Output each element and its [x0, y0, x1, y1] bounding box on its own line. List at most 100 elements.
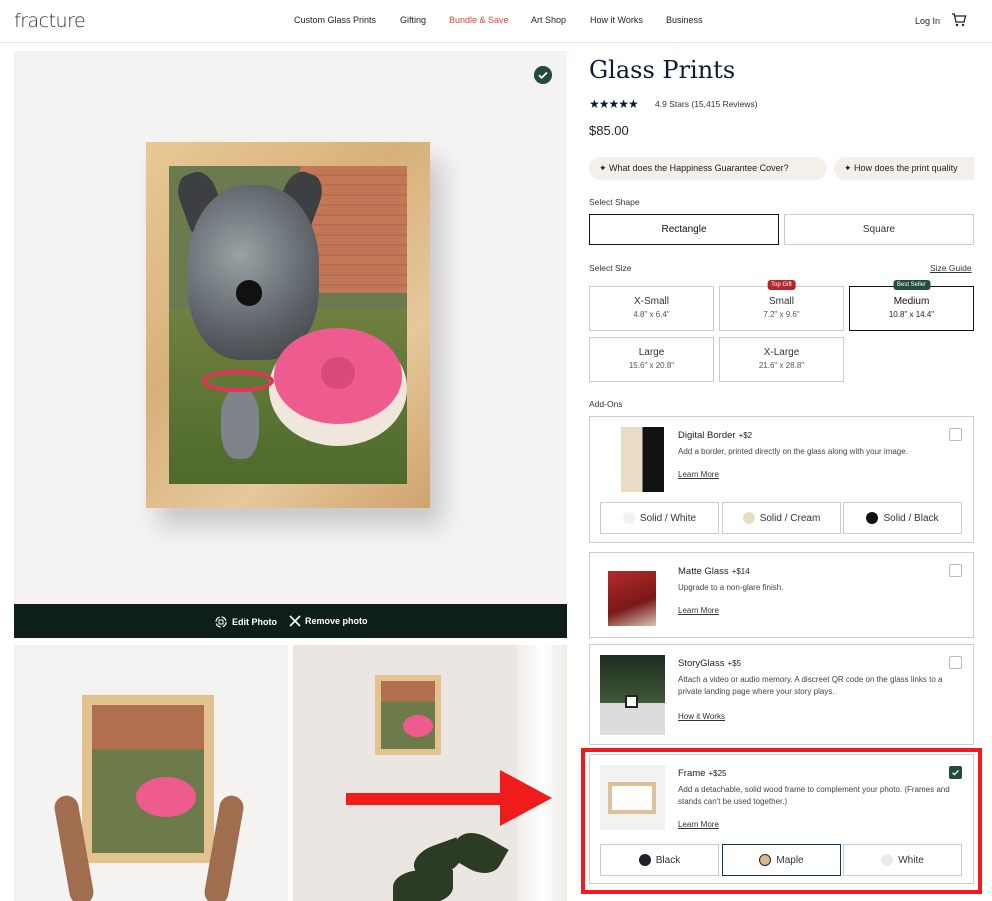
qr-code-icon [625, 695, 638, 708]
addon-description: Add a detachable, solid wood frame to co… [678, 785, 950, 806]
faq-label: What does the Happiness Guarantee Cover? [609, 163, 789, 173]
shape-square-button[interactable]: Square [784, 214, 974, 245]
option-label: Black [655, 854, 681, 866]
color-swatch [866, 512, 879, 524]
addon-name: Digital Border [678, 430, 736, 441]
select-shape-label: Select Shape [589, 197, 640, 207]
product-title: Glass Prints [589, 56, 736, 84]
addon-price: +$25 [708, 769, 727, 778]
faq-happiness-guarantee[interactable]: ✦ What does the Happiness Guarantee Cove… [589, 157, 827, 180]
color-swatch [881, 854, 894, 866]
shape-rectangle-button[interactable]: Rectangle [589, 214, 779, 245]
nav-art-shop[interactable]: Art Shop [531, 15, 566, 25]
storyglass-checkbox[interactable] [949, 656, 962, 669]
size-large-button[interactable]: Large 15.6" x 20.8" [589, 337, 714, 382]
frame-option-black[interactable]: Black [600, 844, 719, 876]
addon-matte-glass: Matte Glass +$14 Upgrade to a non-glare f… [589, 552, 974, 638]
addon-name: Frame [678, 768, 706, 779]
color-swatch [638, 854, 651, 866]
faq-print-quality[interactable]: ✦ How does the print quality [834, 157, 974, 180]
frame-checkbox[interactable] [949, 766, 962, 779]
faq-label: How does the print quality [854, 163, 958, 173]
dog-photo [169, 166, 407, 484]
addon-storyglass: StoryGlass +$5 Attach a video or audio me… [589, 644, 974, 745]
addon-frame: Frame +$25 Add a detachable, solid wood f… [589, 754, 974, 884]
nav-how-it-works[interactable]: How it Works [590, 15, 643, 25]
addon-title: Matte Glass +$14 [678, 566, 750, 577]
cart-icon[interactable] [951, 12, 967, 28]
addon-price: +$2 [738, 431, 753, 440]
size-name: X-Large [763, 347, 800, 358]
matte-glass-preview [608, 571, 656, 626]
color-swatch [759, 854, 772, 866]
edit-photo-label: Edit Photo [232, 617, 277, 627]
frame-preview [600, 765, 665, 830]
size-medium-button[interactable]: Best Seller Medium 10.8" x 14.4" [849, 280, 974, 331]
selected-check-icon [534, 66, 552, 84]
size-dims: 15.6" x 20.8" [628, 361, 675, 370]
addon-title: Frame +$25 [678, 768, 726, 779]
storyglass-preview [600, 655, 665, 735]
product-price: $85.00 [589, 123, 629, 138]
matte-glass-checkbox[interactable] [949, 564, 962, 577]
size-name: Small [768, 296, 794, 307]
frame-option-white[interactable]: White [843, 844, 962, 876]
site-header: fracture Custom Glass Prints Gifting Bun… [0, 0, 992, 43]
digital-border-preview [621, 427, 664, 492]
top-gift-badge: Top Gift [767, 280, 796, 290]
frame-option-maple[interactable]: Maple [722, 844, 841, 876]
nav-business[interactable]: Business [666, 15, 703, 25]
learn-more-link[interactable]: Learn More [678, 606, 719, 615]
best-seller-badge: Best Seller [892, 280, 931, 290]
color-swatch [622, 512, 635, 524]
size-name: Medium [893, 296, 930, 307]
size-small-button[interactable]: Top Gift Small 7.2" x 9.6" [719, 280, 844, 331]
main-product-image [14, 51, 567, 604]
option-label: Solid / Cream [759, 512, 821, 524]
addon-name: StoryGlass [678, 658, 725, 669]
addon-digital-border: Digital Border +$2 Add a border, printed … [589, 416, 974, 543]
size-dims: 7.2" x 9.6" [763, 310, 800, 319]
learn-more-link[interactable]: Learn More [678, 470, 719, 479]
addon-description: Attach a video or audio memory. A discre… [678, 675, 943, 696]
star-rating-icon: ★★★★★ [589, 97, 639, 111]
size-x-small-button[interactable]: X-Small 4.8" x 6.4" [589, 286, 714, 331]
edit-photo-icon [215, 616, 227, 628]
option-label: White [898, 854, 924, 866]
option-label: Solid / Black [883, 512, 939, 524]
addon-title: Digital Border +$2 [678, 430, 752, 441]
color-swatch [742, 512, 755, 524]
border-option-black[interactable]: Solid / Black [843, 502, 962, 534]
size-x-large-button[interactable]: X-Large 21.6" x 28.8" [719, 337, 844, 382]
size-dims: 21.6" x 28.8" [758, 361, 805, 370]
border-option-cream[interactable]: Solid / Cream [722, 502, 841, 534]
thumbnail-hands[interactable] [14, 645, 288, 901]
rating-text[interactable]: 4.9 Stars (15,415 Reviews) [655, 99, 758, 109]
how-it-works-link[interactable]: How it Works [678, 712, 725, 721]
size-guide-link[interactable]: Size Guide [930, 263, 972, 273]
photo-edit-bar: Edit Photo Remove photo [14, 604, 567, 638]
framed-print [146, 142, 430, 508]
border-option-white[interactable]: Solid / White [600, 502, 719, 534]
nav-custom-glass-prints[interactable]: Custom Glass Prints [294, 15, 376, 25]
nav-bundle-save[interactable]: Bundle & Save [449, 15, 509, 25]
learn-more-link[interactable]: Learn More [678, 820, 719, 829]
remove-photo-label: Remove photo [305, 616, 368, 626]
addon-price: +$14 [731, 567, 750, 576]
size-dims: 10.8" x 14.4" [888, 310, 935, 319]
edit-photo-button[interactable]: Edit Photo [214, 615, 277, 629]
close-icon [289, 615, 301, 627]
addon-price: +$5 [727, 659, 742, 668]
size-name: X-Small [633, 296, 669, 307]
nav-gifting[interactable]: Gifting [400, 15, 426, 25]
option-label: Maple [776, 854, 804, 866]
addon-title: StoryGlass +$5 [678, 658, 741, 669]
login-link[interactable]: Log In [915, 16, 940, 26]
logo[interactable]: fracture [14, 10, 86, 32]
size-name: Large [638, 347, 665, 358]
addon-description: Upgrade to a non-glare finish. [678, 583, 784, 592]
addon-description: Add a border, printed directly on the gl… [678, 447, 908, 456]
add-ons-label: Add-Ons [589, 399, 623, 409]
digital-border-checkbox[interactable] [949, 428, 962, 441]
remove-photo-button[interactable]: Remove photo [289, 615, 368, 627]
